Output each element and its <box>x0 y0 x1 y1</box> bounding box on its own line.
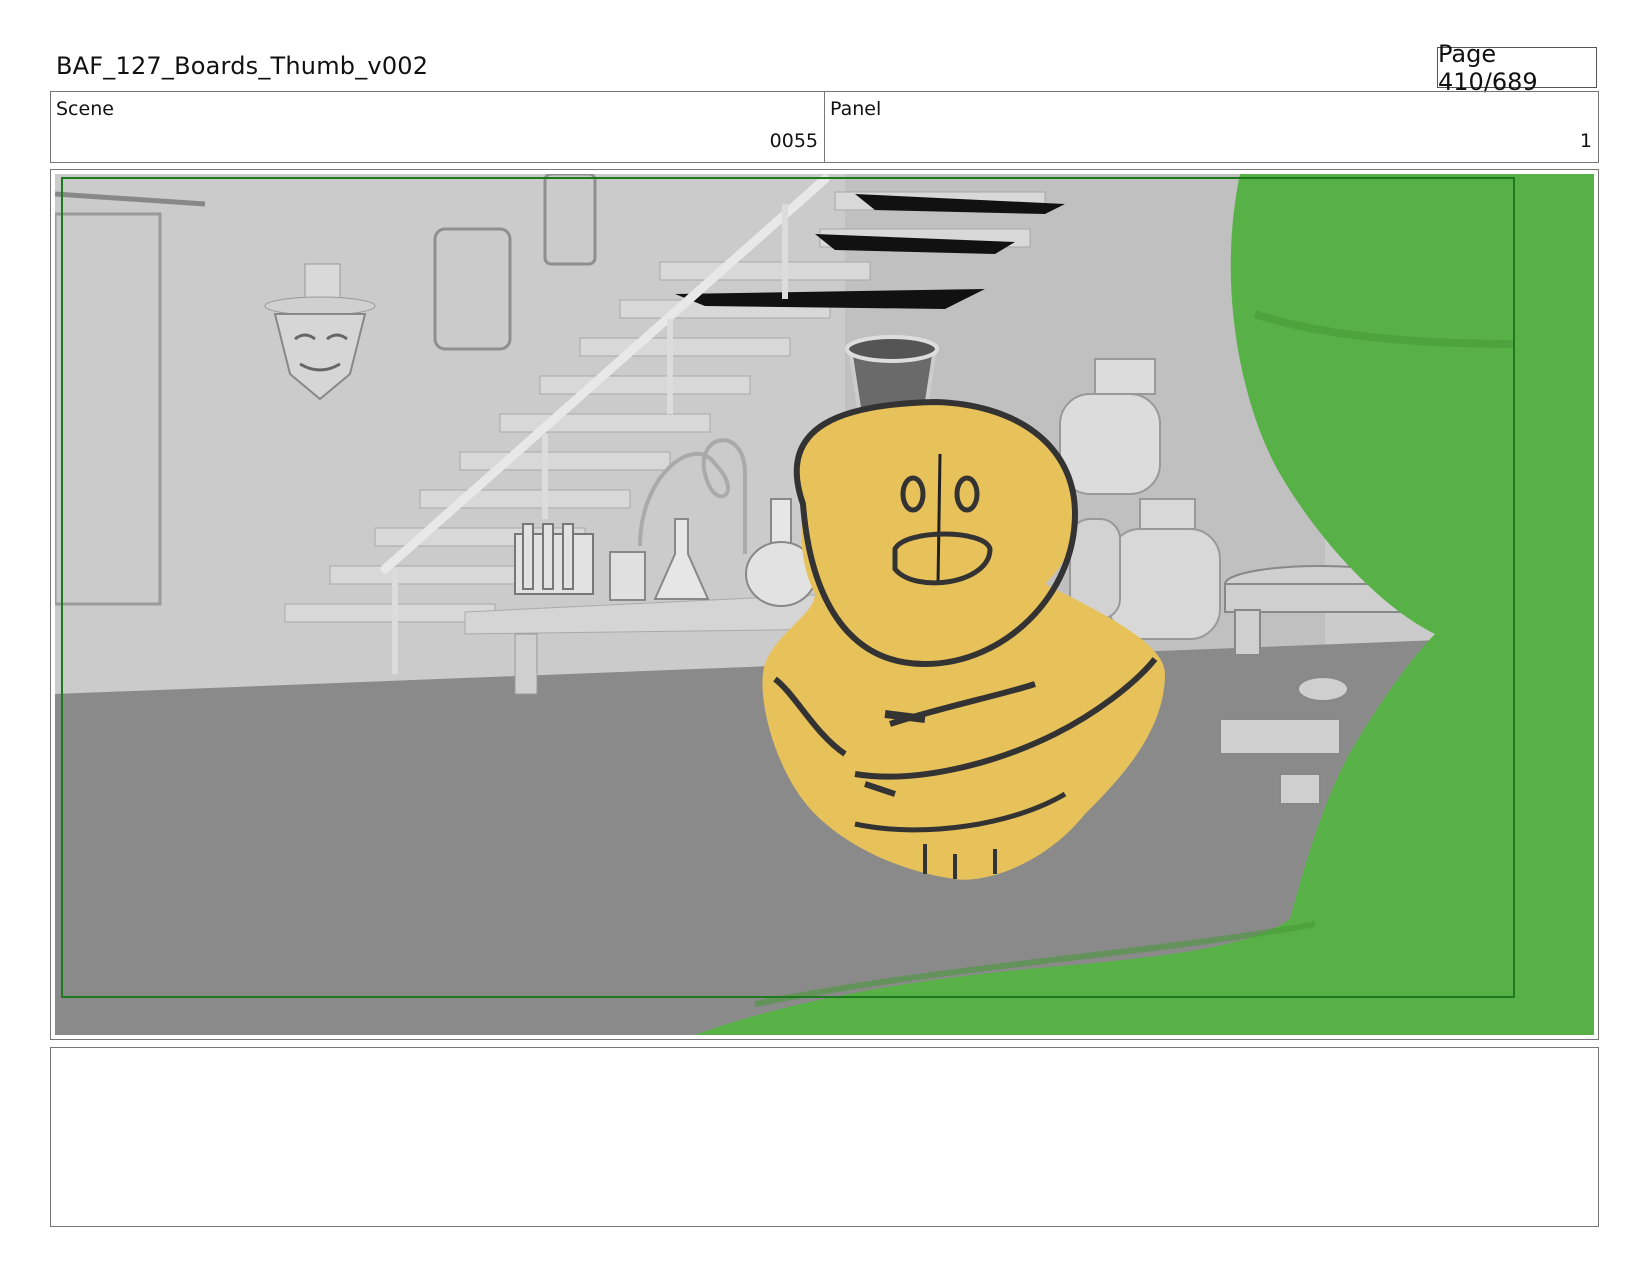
storyboard-frame <box>50 169 1599 1040</box>
scene-label: Scene <box>56 98 114 120</box>
panel-value: 1 <box>1579 130 1592 152</box>
panel-cell: Panel 1 <box>824 92 1598 162</box>
scene-panel-info: Scene 0055 Panel 1 <box>50 91 1599 163</box>
notes-box <box>50 1047 1599 1227</box>
scene-cell: Scene 0055 <box>51 92 824 162</box>
beaker <box>609 551 646 601</box>
page-number: Page 410/689 <box>1437 40 1597 96</box>
panel-label: Panel <box>830 98 882 120</box>
test-tube-rack <box>514 523 594 595</box>
storyboard-image <box>55 174 1594 1035</box>
scene-value: 0055 <box>769 130 818 152</box>
document-title: BAF_127_Boards_Thumb_v002 <box>56 52 429 80</box>
